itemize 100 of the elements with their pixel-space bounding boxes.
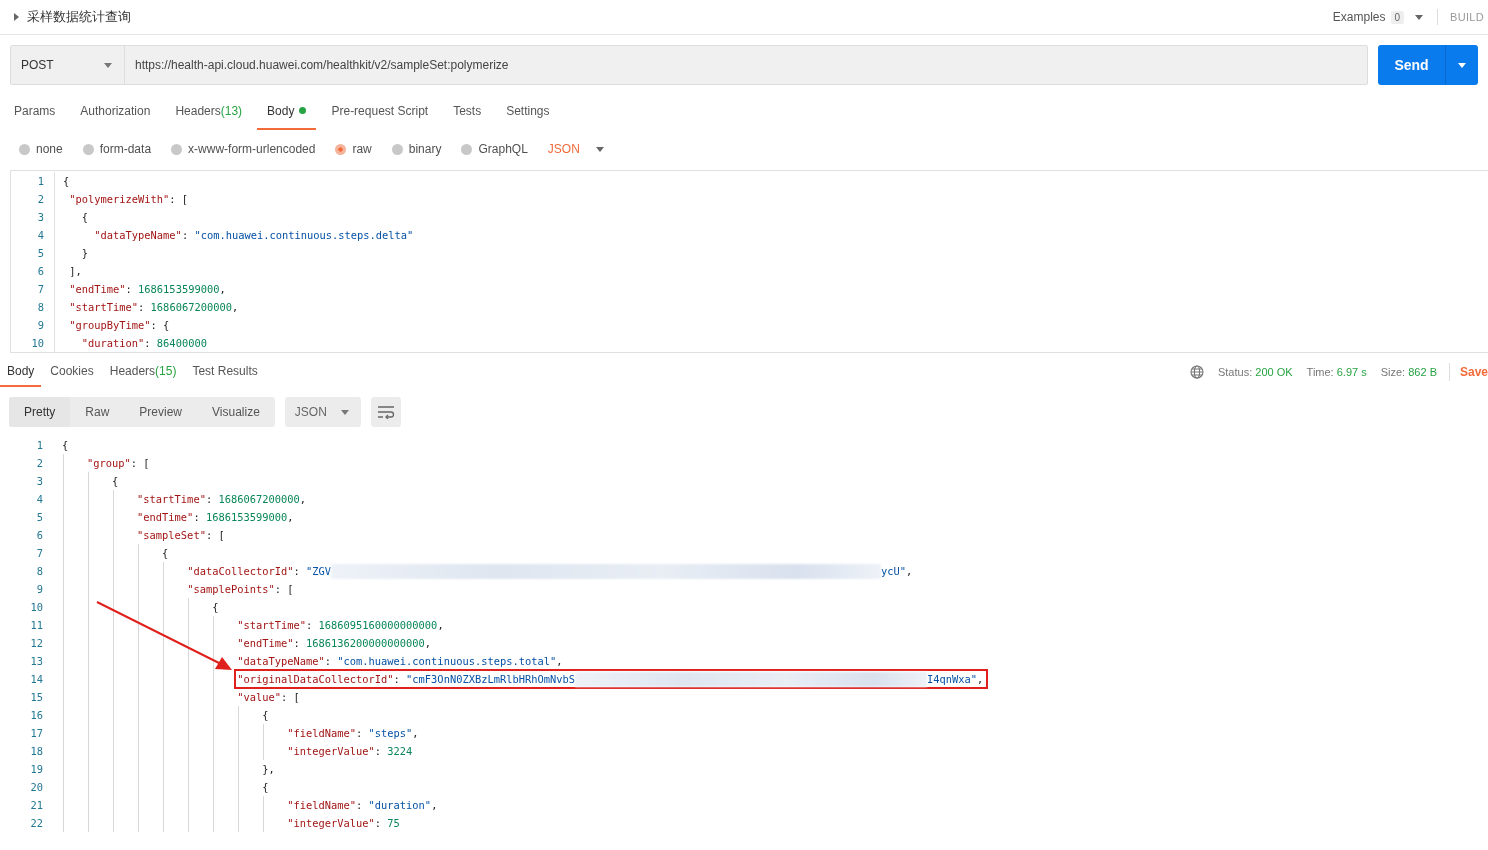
code-line: "fieldName": "steps", (287, 726, 419, 741)
view-mode-tab[interactable]: Preview (124, 397, 198, 427)
line-number: 13 (29, 655, 43, 667)
examples-label[interactable]: Examples (1332, 10, 1386, 24)
line-number: 7 (35, 547, 43, 559)
response-stat: Status: 200 OK (1217, 366, 1293, 378)
line-number: 2 (36, 193, 44, 205)
line-number: 8 (35, 565, 43, 577)
line-number: 5 (36, 247, 44, 259)
line-number: 22 (29, 817, 43, 829)
code-line: "polymerizeWith": [ (69, 192, 189, 207)
radio-button[interactable] (82, 143, 94, 155)
radio-label[interactable]: none (36, 142, 63, 156)
code-line: { (63, 174, 70, 189)
line-number: 15 (29, 691, 43, 703)
caret-down-icon (340, 409, 349, 415)
code-line: "dataCollectorId": "ZGV ycU", (187, 563, 913, 579)
radio-button[interactable] (391, 143, 403, 155)
tab[interactable]: Headers(15) (102, 357, 184, 387)
view-mode-tab[interactable]: Raw (70, 397, 125, 427)
line-number: 4 (36, 229, 44, 241)
line-number: 3 (36, 211, 44, 223)
line-number: 17 (29, 727, 43, 739)
line-number: 3 (35, 475, 43, 487)
code-line: }, (262, 762, 275, 777)
code-line: { (62, 438, 69, 453)
caret-down-icon (595, 146, 604, 152)
code-line: "sampleSet": [ (137, 528, 225, 543)
globe-icon[interactable] (1189, 365, 1204, 379)
radio-label[interactable]: x-www-form-urlencoded (188, 142, 316, 156)
code-line: "fieldName": "duration", (287, 798, 438, 813)
line-number: 16 (29, 709, 43, 721)
tab[interactable]: Authorization (70, 93, 161, 130)
line-number: 9 (36, 319, 44, 331)
code-line: "dataTypeName": "com.huawei.continuous.steps.delta" (94, 228, 414, 243)
line-number: 2 (35, 457, 43, 469)
radio-label[interactable]: binary (408, 142, 442, 156)
line-number: 18 (29, 745, 43, 757)
code-line: { (262, 708, 269, 723)
caret-right-icon[interactable] (14, 13, 19, 21)
response-stat: Size: 862 B (1380, 366, 1437, 378)
code-line: "dataTypeName": "com.huawei.continuous.steps.total", (237, 654, 563, 669)
code-line: "integerValue": 3224 (287, 744, 413, 759)
tab[interactable]: Body (0, 357, 42, 387)
response-stat: Time: 6.97 s (1306, 366, 1367, 378)
request-title: 采样数据统计查询 (27, 8, 131, 26)
radio-button[interactable] (171, 143, 183, 155)
code-line: { (81, 210, 89, 225)
radio-label[interactable]: GraphQL (478, 142, 528, 156)
line-number: 21 (29, 799, 43, 811)
code-line: } (81, 246, 89, 261)
code-line: "groupByTime": { (69, 318, 170, 333)
radio-label[interactable]: raw (352, 142, 372, 156)
code-line: "duration": 86400000 (81, 336, 207, 351)
line-number: 20 (29, 781, 43, 793)
format-dropdown[interactable]: JSON (284, 397, 361, 427)
code-line: "endTime": 1686153599000, (137, 510, 294, 525)
tab[interactable]: Pre-request Script (321, 93, 439, 130)
examples-count: 0 (1390, 10, 1405, 24)
tab[interactable]: Tests (443, 93, 492, 130)
code-line: "startTime": 1686095160000000000, (237, 618, 444, 633)
tab[interactable]: Params (4, 93, 66, 130)
line-number: 4 (35, 493, 43, 505)
send-button[interactable]: Send (1378, 45, 1478, 85)
wrap-lines-icon (376, 405, 395, 419)
tab[interactable]: Body (257, 93, 317, 130)
code-line: { (262, 780, 269, 795)
line-number: 12 (29, 637, 43, 649)
caret-down-icon (1458, 62, 1466, 68)
code-line: { (112, 474, 119, 489)
line-number: 7 (36, 283, 44, 295)
line-number: 9 (35, 583, 43, 595)
radio-button[interactable] (461, 143, 473, 155)
code-line: "value": [ (237, 690, 300, 705)
tab[interactable]: Headers(13) (165, 93, 253, 130)
radio-label[interactable]: form-data (99, 142, 152, 156)
code-line: "integerValue": 75 (287, 816, 400, 831)
caret-down-icon (1415, 14, 1424, 20)
line-number: 11 (29, 619, 43, 631)
code-line: "endTime": 1686153599000, (69, 282, 226, 297)
tab[interactable]: Test Results (185, 357, 265, 387)
code-line: "startTime": 1686067200000, (69, 300, 239, 315)
code-line: { (162, 546, 169, 561)
line-number: 1 (35, 439, 43, 451)
code-line: "originalDataCollectorId": "cmF3OnN0ZXBzLmRlbHRhOmNvbS I4qnWxa", (236, 671, 987, 687)
line-number: 10 (30, 337, 44, 349)
line-number: 6 (36, 265, 44, 277)
tab[interactable]: Settings (496, 93, 560, 130)
code-line: "samplePoints": [ (187, 582, 294, 597)
code-line: "endTime": 1686136200000000000, (237, 636, 432, 651)
code-line: "startTime": 1686067200000, (137, 492, 306, 507)
tab[interactable]: Cookies (43, 357, 101, 387)
line-number: 5 (35, 511, 43, 523)
wrap-lines-button[interactable] (370, 397, 401, 427)
view-mode-tab[interactable]: Pretty (9, 397, 71, 427)
code-line: { (212, 600, 219, 615)
line-number: 1 (36, 175, 44, 187)
radio-button[interactable] (335, 143, 347, 155)
view-mode-tab[interactable]: Visualize (197, 397, 275, 427)
radio-button[interactable] (19, 143, 30, 155)
